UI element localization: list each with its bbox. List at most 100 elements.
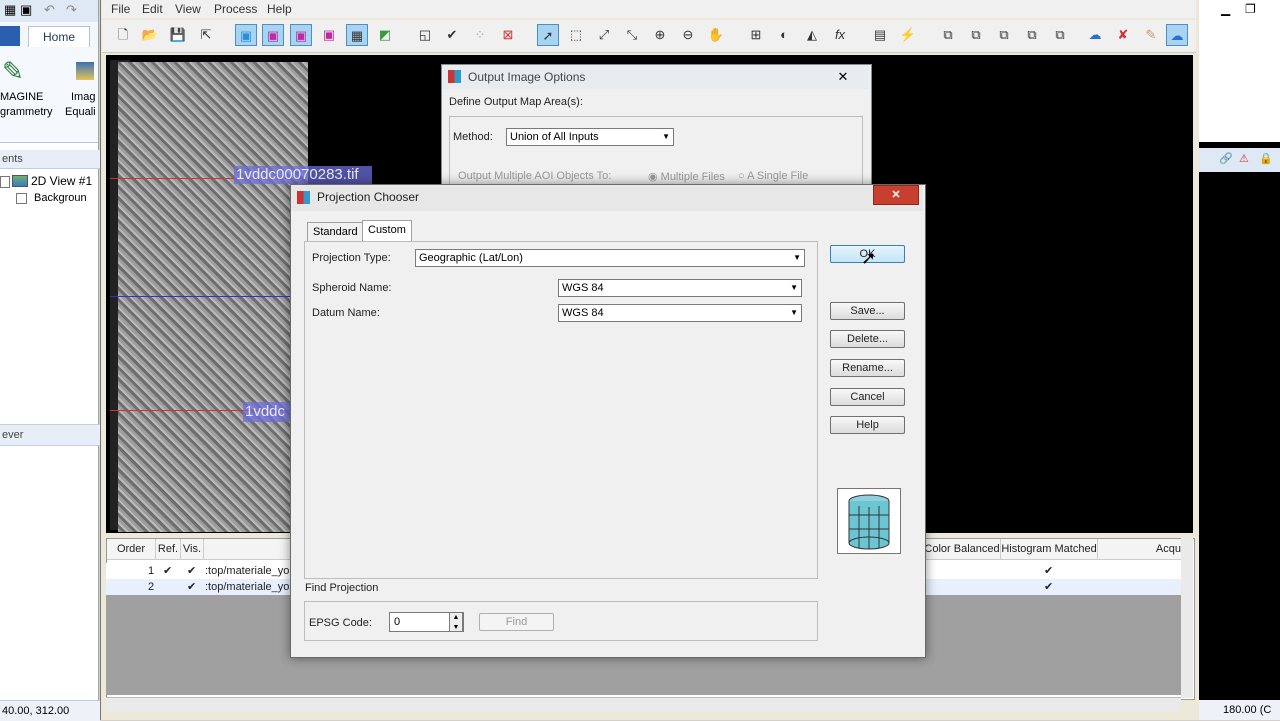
row-vis-check[interactable]: ✔ <box>187 580 196 595</box>
redo-icon[interactable]: ↷ <box>66 2 77 18</box>
vertical-scrollbar[interactable] <box>1181 538 1193 698</box>
epsg-spinner[interactable]: ▲ ▼ <box>449 612 463 632</box>
menu-help[interactable]: Help <box>267 2 292 16</box>
grid-icon[interactable]: ⊞ <box>745 24 767 46</box>
seam-icon[interactable]: ⁘ <box>469 24 491 46</box>
fit-icon[interactable]: ⤢ <box>593 24 615 46</box>
rename-button[interactable]: Rename... <box>830 359 905 377</box>
tree-item-background[interactable]: Backgroun <box>34 192 87 204</box>
image-equalizer-icon[interactable] <box>76 62 94 80</box>
seamlines-icon[interactable]: ▣ <box>318 24 340 46</box>
display-footprint-icon[interactable]: ▣ <box>262 24 284 46</box>
cloud-icon-1[interactable]: ☁ <box>1084 24 1106 46</box>
cloud-icon-2[interactable]: ☁ <box>1166 24 1188 46</box>
function-icon[interactable]: fx <box>829 24 851 46</box>
chevron-down-icon: ▼ <box>662 132 670 141</box>
export-icon[interactable]: ⇱ <box>195 24 217 46</box>
display-active-area-icon[interactable]: ▣ <box>290 24 312 46</box>
multiple-files-label: Multiple Files <box>660 171 725 183</box>
close-icon[interactable]: ✕ <box>825 68 861 86</box>
order-icon-3[interactable]: ⧉ <box>993 24 1015 46</box>
brightness-icon[interactable]: ◐ <box>773 24 795 46</box>
projection-type-select[interactable]: Geographic (Lat/Lon) ▼ <box>415 249 805 267</box>
save-button[interactable]: Save... <box>830 302 905 320</box>
save-icon[interactable]: 💾 <box>167 24 189 46</box>
row-path: :top/materiale_you <box>205 565 296 577</box>
link-icon[interactable]: 🔗 <box>1219 152 1233 165</box>
col-ref[interactable]: Ref. <box>156 539 181 560</box>
order-icon-5[interactable]: ⧉ <box>1049 24 1071 46</box>
row-hist-check[interactable]: ✔ <box>1044 580 1053 595</box>
tree-item-2d-view[interactable]: 2D View #1 <box>31 174 92 188</box>
menu-edit[interactable]: Edit <box>142 2 163 16</box>
method-select[interactable]: Union of All Inputs ▼ <box>506 128 674 146</box>
lock-icon[interactable]: 🔒 <box>1259 152 1273 165</box>
layers-icon[interactable]: ◩ <box>374 24 396 46</box>
menu-file[interactable]: File <box>111 2 130 16</box>
undo-icon[interactable]: ↶ <box>44 2 55 18</box>
tab-home[interactable]: Home <box>28 26 90 47</box>
col-histogram-matched[interactable]: Histogram Matched <box>1001 539 1098 560</box>
output-options-icon[interactable]: ▤ <box>869 24 891 46</box>
col-color-balanced[interactable]: Color Balanced <box>924 539 1001 560</box>
multiple-files-radio[interactable]: ◉ Multiple Files <box>648 170 725 183</box>
single-file-radio[interactable]: ○ A Single File <box>738 170 808 182</box>
display-images-icon[interactable]: ▣ <box>235 24 257 46</box>
cancel-button[interactable]: Cancel <box>830 388 905 406</box>
run-mosaic-icon[interactable]: ⚡ <box>897 24 919 46</box>
cloud-edit-icon[interactable]: ✎ <box>1140 24 1162 46</box>
order-icon-4[interactable]: ⧉ <box>1021 24 1043 46</box>
zoom-extent-icon[interactable]: ⤡ <box>621 24 643 46</box>
image-label[interactable]: Imag <box>71 91 95 103</box>
order-icon-1[interactable]: ⧉ <box>937 24 959 46</box>
check-icon[interactable]: ✔ <box>441 24 463 46</box>
col-order[interactable]: Order <box>107 539 156 560</box>
table-icon[interactable]: ▦ <box>346 24 368 46</box>
cloud-remove-icon[interactable]: ✘ <box>1112 24 1134 46</box>
row-ref-check[interactable]: ✔ <box>163 564 172 579</box>
chevron-down-icon: ▼ <box>790 283 798 292</box>
menu-view[interactable]: View <box>175 2 201 16</box>
photogrammetry-label[interactable]: grammetry <box>0 106 53 118</box>
spheroid-select[interactable]: WGS 84 ▼ <box>558 279 802 297</box>
tree-expander[interactable] <box>0 176 10 188</box>
order-icon-2[interactable]: ⧉ <box>965 24 987 46</box>
output-dialog-titlebar: Output Image Options ✕ <box>442 65 869 89</box>
delete-button[interactable]: Delete... <box>830 330 905 348</box>
zoom-out-icon[interactable]: ⊖ <box>677 24 699 46</box>
box-select-icon[interactable]: ⬚ <box>565 24 587 46</box>
menu-process[interactable]: Process <box>214 2 257 16</box>
quick-access-icon[interactable]: ▦ <box>4 2 16 18</box>
close-icon[interactable]: ✕ <box>873 185 919 205</box>
minimize-icon[interactable]: ▁ <box>1221 2 1230 16</box>
imagine-photogrammetry-icon[interactable]: ✎ <box>2 56 24 87</box>
col-vis[interactable]: Vis. <box>181 539 204 560</box>
imagine-label[interactable]: MAGINE <box>0 91 43 103</box>
file-menu-tab[interactable] <box>0 26 20 46</box>
select-arrow-icon[interactable]: ➚ <box>537 24 559 46</box>
save-icon[interactable]: ▣ <box>20 2 32 18</box>
edit-area-icon[interactable]: ◱ <box>414 24 436 46</box>
find-button[interactable]: Find <box>479 613 554 631</box>
equalizer-label[interactable]: Equali <box>65 106 96 118</box>
histogram-icon[interactable]: ◭ <box>801 24 823 46</box>
row-hist-check[interactable]: ✔ <box>1044 564 1053 579</box>
horizontal-scrollbar[interactable] <box>106 697 1181 712</box>
new-icon[interactable]: 🗋 <box>112 24 134 46</box>
delete-seam-icon[interactable]: ⊠ <box>497 24 519 46</box>
col-acquisition[interactable]: Acqu <box>1098 539 1182 560</box>
pan-hand-icon[interactable]: ✋ <box>705 24 727 46</box>
col-path[interactable] <box>204 539 293 560</box>
restore-icon[interactable]: ❐ <box>1245 2 1256 16</box>
epsg-label: EPSG Code: <box>309 617 372 629</box>
tab-standard[interactable]: Standard <box>307 222 364 241</box>
warning-icon[interactable]: ⚠ <box>1239 152 1249 165</box>
open-icon[interactable]: 📂 <box>139 24 161 46</box>
tab-custom[interactable]: Custom <box>362 220 412 242</box>
background-checkbox[interactable] <box>16 193 27 204</box>
aerial-image-tile[interactable] <box>118 62 308 532</box>
row-vis-check[interactable]: ✔ <box>187 564 196 579</box>
datum-select[interactable]: WGS 84 ▼ <box>558 304 802 322</box>
zoom-in-icon[interactable]: ⊕ <box>649 24 671 46</box>
help-button[interactable]: Help <box>830 416 905 434</box>
